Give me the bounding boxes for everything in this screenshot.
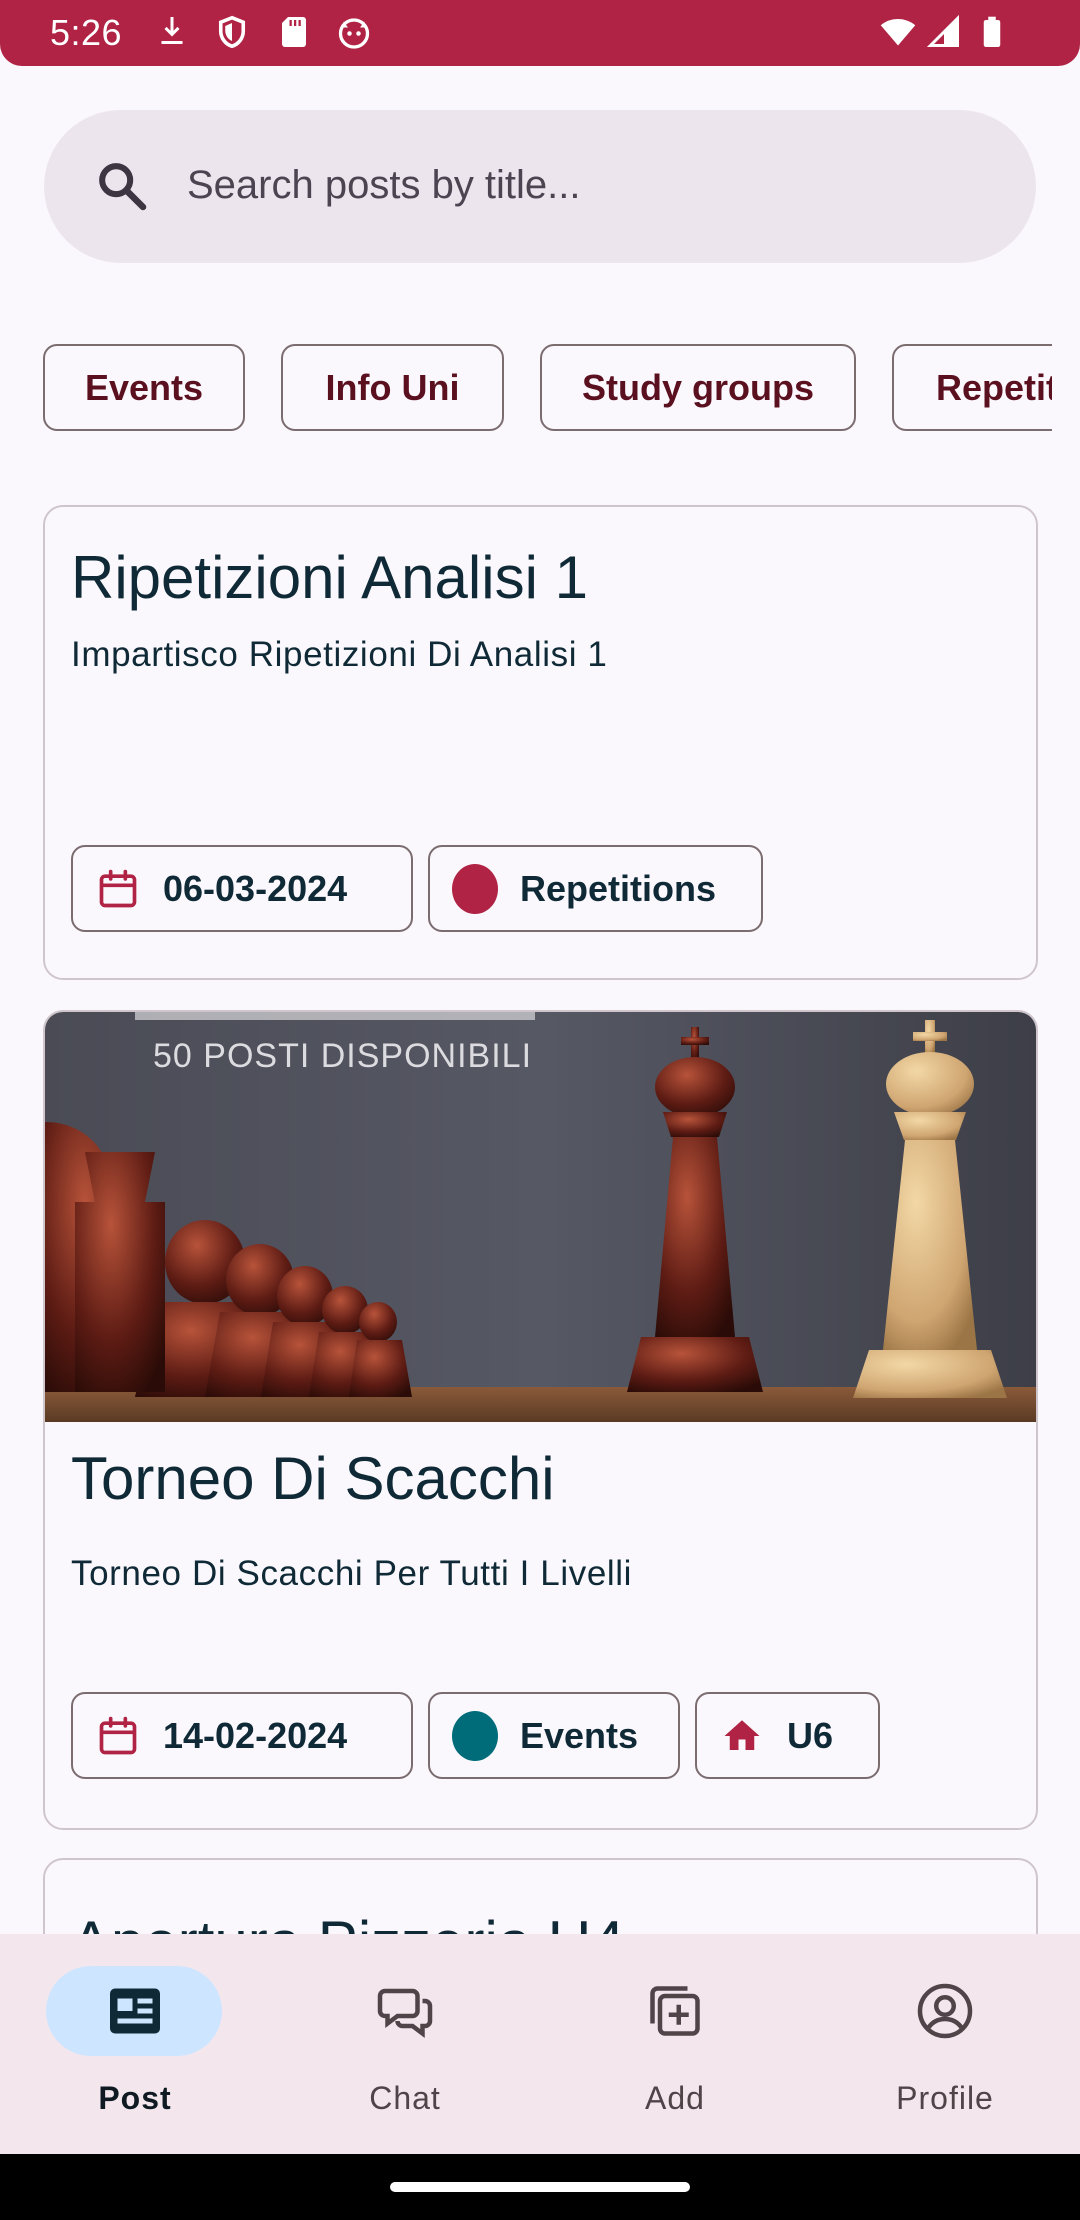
add-icon bbox=[650, 1986, 700, 2036]
nav-item-profile[interactable]: Profile bbox=[810, 1934, 1080, 2154]
status-time: 5:26 bbox=[50, 12, 123, 53]
date-label: 06-03-2024 bbox=[163, 867, 348, 909]
calendar-icon bbox=[99, 869, 137, 907]
shield-icon bbox=[218, 15, 246, 49]
nav-label: Post bbox=[98, 2080, 172, 2116]
system-gesture-bar bbox=[0, 2154, 1080, 2220]
post-description: Impartisco Ripetizioni Di Analisi 1 bbox=[71, 635, 608, 674]
category-tag[interactable]: Repetitions bbox=[428, 845, 763, 932]
post-card[interactable]: 50 POSTI DISPONIBILI Torneo Di Scacchi T… bbox=[43, 1010, 1038, 1830]
nav-item-add[interactable]: Add bbox=[540, 1934, 810, 2154]
filter-chip-label: Repetitions bbox=[936, 366, 1052, 408]
filter-chip-repetitions[interactable]: Repetitions bbox=[892, 344, 1052, 431]
filter-chip-info-uni[interactable]: Info Uni bbox=[281, 344, 504, 431]
bottom-navigation: Post Chat Add Profile bbox=[0, 1934, 1080, 2154]
category-tag[interactable]: Events bbox=[428, 1692, 680, 1779]
location-label: U6 bbox=[787, 1714, 834, 1756]
filter-chip-label: Info Uni bbox=[325, 366, 460, 408]
post-icon bbox=[110, 1988, 160, 2034]
status-bar: 5:26 bbox=[0, 0, 1080, 66]
category-label: Events bbox=[520, 1714, 639, 1756]
date-tag[interactable]: 14-02-2024 bbox=[71, 1692, 413, 1779]
post-card[interactable]: Ripetizioni Analisi 1 Impartisco Ripetiz… bbox=[43, 505, 1038, 980]
filter-chips: Events Info Uni Study groups Repetitions bbox=[0, 344, 1052, 432]
post-image-caption: 50 POSTI DISPONIBILI bbox=[153, 1037, 532, 1075]
post-title: Ripetizioni Analisi 1 bbox=[71, 544, 588, 611]
post-title: Torneo Di Scacchi bbox=[71, 1445, 555, 1512]
date-tag[interactable]: 06-03-2024 bbox=[71, 845, 413, 932]
search-input[interactable] bbox=[187, 150, 987, 220]
location-tag[interactable]: U6 bbox=[695, 1692, 880, 1779]
filter-chip-label: Events bbox=[84, 366, 204, 408]
nav-item-chat[interactable]: Chat bbox=[270, 1934, 540, 2154]
nav-item-post[interactable]: Post bbox=[0, 1934, 270, 2154]
calendar-icon bbox=[99, 1716, 137, 1754]
profile-icon bbox=[917, 1983, 973, 2039]
search-bar[interactable] bbox=[44, 110, 1036, 263]
home-handle[interactable] bbox=[390, 2182, 690, 2192]
filter-chip-label: Study groups bbox=[582, 366, 814, 408]
home-icon bbox=[724, 1719, 760, 1750]
nav-label: Add bbox=[645, 2080, 705, 2116]
nav-label: Profile bbox=[896, 2080, 994, 2116]
category-label: Repetitions bbox=[520, 867, 717, 909]
post-description: Torneo Di Scacchi Per Tutti I Livelli bbox=[71, 1554, 633, 1593]
sd-card-icon bbox=[282, 17, 306, 47]
filter-chip-events[interactable]: Events bbox=[43, 344, 245, 431]
chat-icon bbox=[377, 1988, 433, 2038]
category-dot-icon bbox=[452, 1710, 498, 1761]
category-dot-icon bbox=[452, 863, 498, 914]
cat-icon bbox=[338, 18, 370, 49]
filter-chip-study-groups[interactable]: Study groups bbox=[540, 344, 856, 431]
nav-label: Chat bbox=[369, 2080, 441, 2116]
signal-icon bbox=[926, 14, 959, 47]
wifi-icon bbox=[880, 18, 916, 46]
post-image: 50 POSTI DISPONIBILI bbox=[45, 1012, 1036, 1422]
download-icon bbox=[161, 17, 183, 44]
battery-icon bbox=[983, 16, 1001, 47]
search-icon[interactable] bbox=[94, 158, 150, 214]
date-label: 14-02-2024 bbox=[163, 1714, 348, 1756]
